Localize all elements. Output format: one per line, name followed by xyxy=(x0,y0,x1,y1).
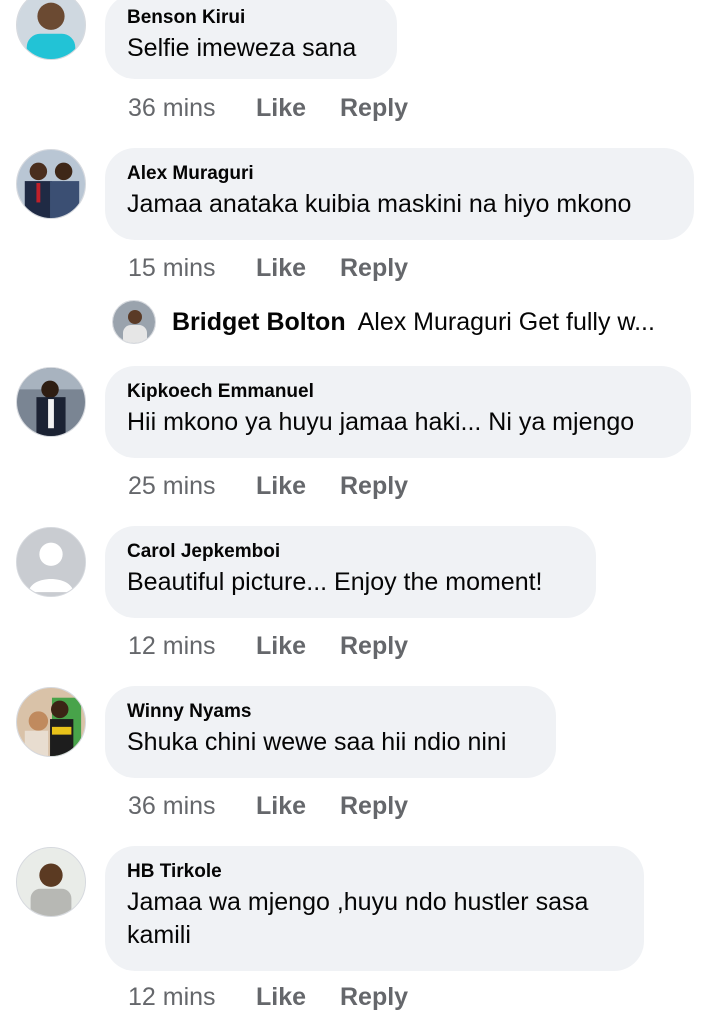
like-button[interactable]: Like xyxy=(256,792,340,821)
reply-button[interactable]: Reply xyxy=(340,632,408,661)
comment-text: Selfie imeweza sana xyxy=(127,34,357,62)
comment-author[interactable]: Alex Muraguri xyxy=(127,162,670,186)
comment-bubble: Carol Jepkemboi Beautiful picture... Enj… xyxy=(105,526,596,618)
avatar[interactable] xyxy=(16,847,86,917)
avatar[interactable] xyxy=(112,300,156,344)
comment-actions: 36 mins Like Reply xyxy=(128,94,408,123)
comment-actions: 12 mins Like Reply xyxy=(128,983,408,1012)
comment-actions: 15 mins Like Reply xyxy=(128,254,408,283)
comment-timestamp: 12 mins xyxy=(128,632,216,660)
like-button[interactable]: Like xyxy=(256,472,340,501)
comment-timestamp: 36 mins xyxy=(128,94,216,122)
comment-author[interactable]: Winny Nyams xyxy=(127,700,532,724)
comment-bubble: HB Tirkole Jamaa wa mjengo ,huyu ndo hus… xyxy=(105,846,644,971)
comment-bubble: Kipkoech Emmanuel Hii mkono ya huyu jama… xyxy=(105,366,691,458)
comment-author[interactable]: Kipkoech Emmanuel xyxy=(127,380,667,404)
comment-author[interactable]: Benson Kirui xyxy=(127,6,373,30)
reply-button[interactable]: Reply xyxy=(340,94,408,123)
comment-text: Jamaa anataka kuibia maskini na hiyo mko… xyxy=(127,190,632,218)
comment-actions: 12 mins Like Reply xyxy=(128,632,408,661)
comment-bubble: Benson Kirui Selfie imeweza sana xyxy=(105,0,397,79)
like-button[interactable]: Like xyxy=(256,254,340,283)
reply-button[interactable]: Reply xyxy=(340,792,408,821)
like-button[interactable]: Like xyxy=(256,632,340,661)
comment-timestamp: 36 mins xyxy=(128,792,216,820)
avatar[interactable] xyxy=(16,367,86,437)
avatar[interactable] xyxy=(16,149,86,219)
like-button[interactable]: Like xyxy=(256,983,340,1012)
comment-actions: 36 mins Like Reply xyxy=(128,792,408,821)
comment-text: Jamaa wa mjengo ,huyu ndo hustler sasa k… xyxy=(127,888,589,949)
comment-text: Hii mkono ya huyu jamaa haki... Ni ya mj… xyxy=(127,408,635,436)
reply-button[interactable]: Reply xyxy=(340,983,408,1012)
comment-timestamp: 15 mins xyxy=(128,254,216,282)
comment-timestamp: 12 mins xyxy=(128,983,216,1011)
avatar[interactable] xyxy=(16,687,86,757)
reply-button[interactable]: Reply xyxy=(340,254,408,283)
comment-author[interactable]: HB Tirkole xyxy=(127,860,620,884)
default-avatar-icon xyxy=(17,528,85,596)
comment-bubble: Alex Muraguri Jamaa anataka kuibia maski… xyxy=(105,148,694,240)
comment-actions: 25 mins Like Reply xyxy=(128,472,408,501)
comment-text: Beautiful picture... Enjoy the moment! xyxy=(127,568,543,596)
like-button[interactable]: Like xyxy=(256,94,340,123)
avatar[interactable] xyxy=(16,527,86,597)
reply-preview[interactable]: Bridget Bolton Alex Muraguri Get fully w… xyxy=(112,299,655,345)
comment-bubble: Winny Nyams Shuka chini wewe saa hii ndi… xyxy=(105,686,556,778)
reply-author[interactable]: Bridget Bolton xyxy=(172,308,346,337)
reply-text: Alex Muraguri Get fully w... xyxy=(357,307,655,336)
avatar[interactable] xyxy=(16,0,86,60)
comment-text: Shuka chini wewe saa hii ndio nini xyxy=(127,728,507,756)
reply-button[interactable]: Reply xyxy=(340,472,408,501)
comment-author[interactable]: Carol Jepkemboi xyxy=(127,540,572,564)
comment-timestamp: 25 mins xyxy=(128,472,216,500)
